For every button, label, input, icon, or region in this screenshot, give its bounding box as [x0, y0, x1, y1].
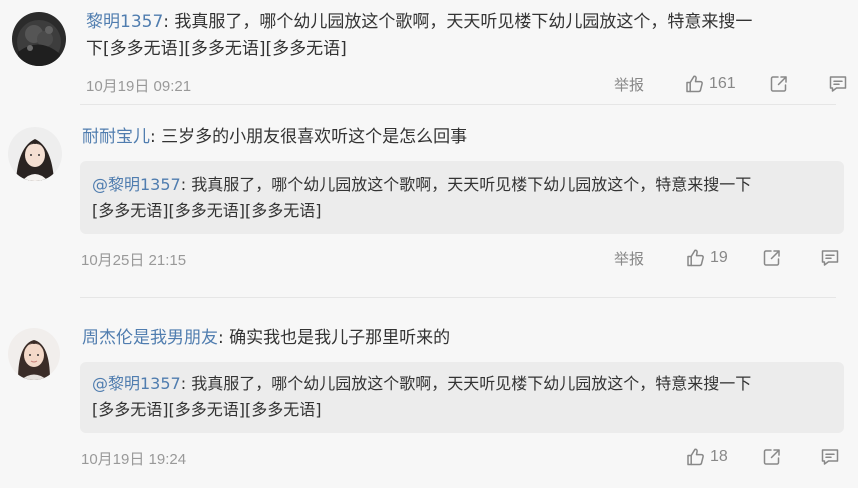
user-avatar[interactable] [8, 328, 60, 380]
like-button[interactable]: 19 [686, 246, 728, 270]
thumb-up-icon [686, 248, 706, 268]
share-icon [769, 74, 789, 94]
comment-username[interactable]: 黎明1357 [86, 12, 163, 32]
share-icon [762, 447, 782, 467]
share-icon [762, 248, 782, 268]
comment-username[interactable]: 周杰伦是我男朋友 [82, 328, 218, 348]
quoted-text: 我真服了，哪个幼儿园放这个歌啊，天天听见楼下幼儿园放这个，特意来搜一下 [191, 175, 752, 194]
report-link[interactable]: 举报 [614, 72, 644, 96]
comment-icon [820, 447, 840, 467]
comment-text: 确实我也是我儿子那里听来的 [229, 328, 451, 348]
comment-username[interactable]: 耐耐宝儿 [82, 127, 150, 147]
user-avatar[interactable] [8, 127, 62, 181]
like-button[interactable]: 161 [685, 72, 736, 96]
report-link[interactable]: 举报 [614, 246, 644, 270]
quoted-text: 我真服了，哪个幼儿园放这个歌啊，天天听见楼下幼儿园放这个，特意来搜一下 [191, 374, 752, 393]
share-button[interactable] [769, 72, 789, 96]
thumb-up-icon [686, 447, 706, 467]
reply-button[interactable] [820, 246, 840, 270]
reply-button[interactable] [828, 72, 848, 96]
quoted-text-continued: [多多无语][多多无语][多多无语] [92, 201, 322, 220]
share-button[interactable] [762, 246, 782, 270]
thumb-up-icon [685, 74, 705, 94]
comment-text: 三岁多的小朋友很喜欢听这个是怎么回事 [161, 127, 468, 147]
like-count: 161 [709, 75, 736, 92]
quoted-text-continued: [多多无语][多多无语][多多无语] [92, 400, 322, 419]
like-button[interactable]: 18 [686, 445, 728, 469]
comment-icon [828, 74, 848, 94]
comment-actions: 举报 19 [0, 246, 858, 270]
share-button[interactable] [762, 445, 782, 469]
comment-text: 我真服了，哪个幼儿园放这个歌啊，天天听见楼下幼儿园放这个，特意来搜一 [174, 12, 753, 32]
like-count: 18 [710, 448, 728, 465]
comment-item-1: 黎明1357: 我真服了，哪个幼儿园放这个歌啊，天天听见楼下幼儿园放这个，特意来… [0, 0, 858, 104]
quoted-comment[interactable]: @黎明1357: 我真服了，哪个幼儿园放这个歌啊，天天听见楼下幼儿园放这个，特意… [80, 362, 844, 433]
quoted-mention[interactable]: @黎明1357 [92, 175, 181, 194]
reply-button[interactable] [820, 445, 840, 469]
comment-icon [820, 248, 840, 268]
comment-text-continued: 下[多多无语][多多无语][多多无语] [86, 39, 347, 59]
comment-actions: 举报 161 [0, 72, 858, 96]
quoted-mention[interactable]: @黎明1357 [92, 374, 181, 393]
user-avatar[interactable] [12, 12, 66, 66]
comment-item-2: 耐耐宝儿: 三岁多的小朋友很喜欢听这个是怎么回事 @黎明1357: 我真服了，哪… [0, 105, 858, 297]
like-count: 19 [710, 249, 728, 266]
comment-item-3: 周杰伦是我男朋友: 确实我也是我儿子那里听来的 @黎明1357: 我真服了，哪个… [0, 298, 858, 488]
quoted-comment[interactable]: @黎明1357: 我真服了，哪个幼儿园放这个歌啊，天天听见楼下幼儿园放这个，特意… [80, 161, 844, 234]
comment-actions: 18 [0, 445, 858, 469]
